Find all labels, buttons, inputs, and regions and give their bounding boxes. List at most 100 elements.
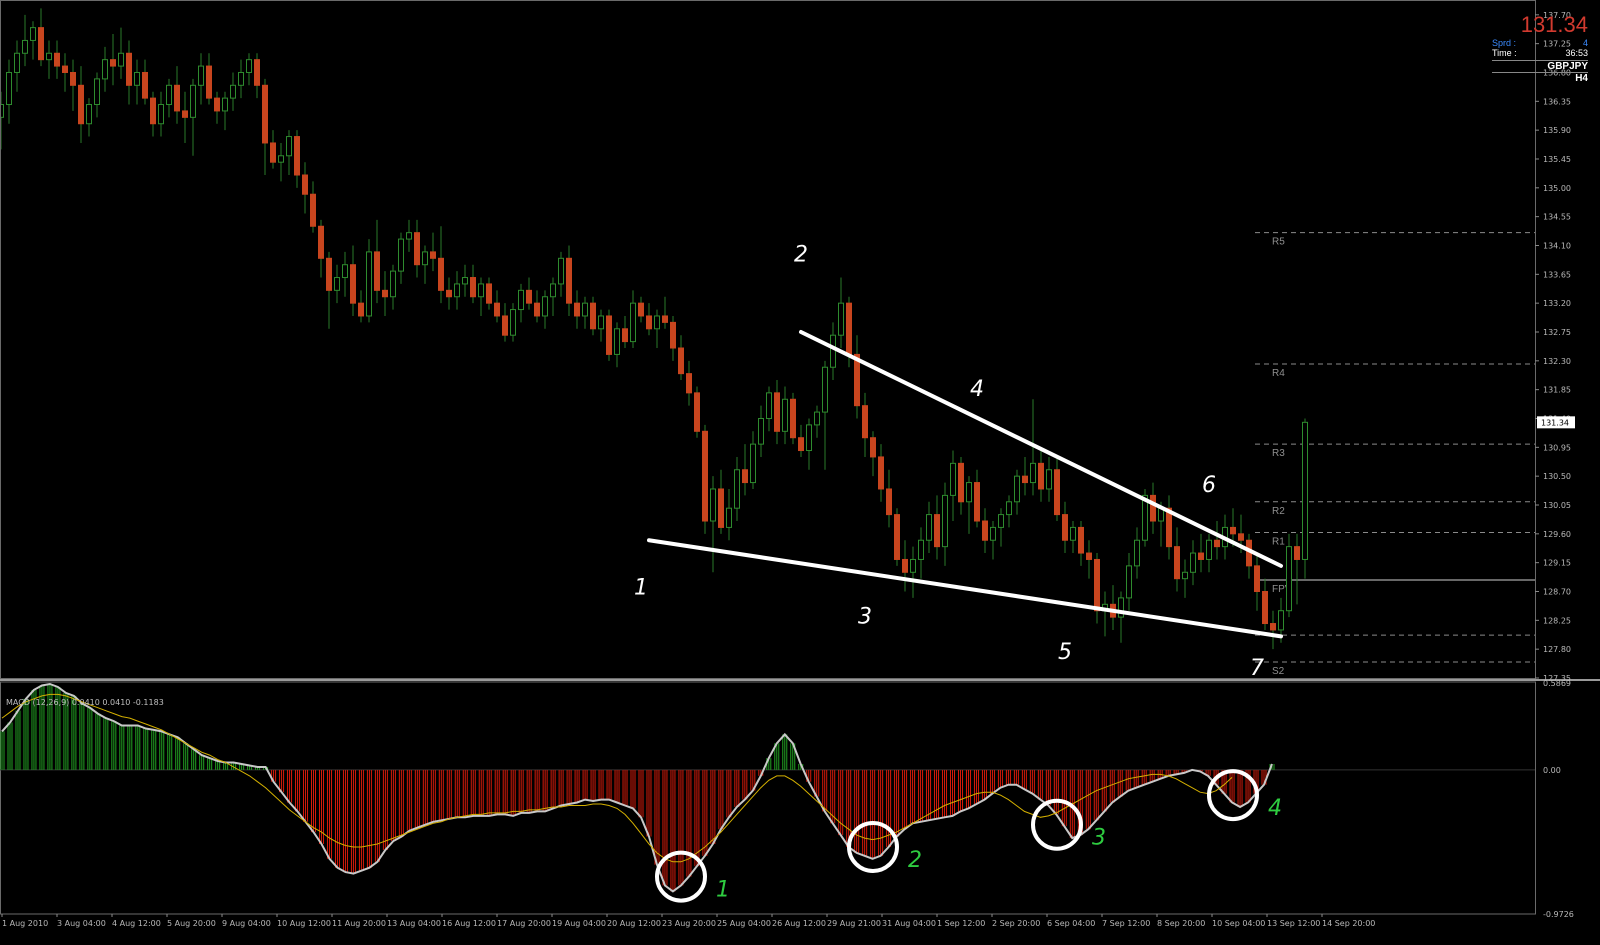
divergence-label: 2 (908, 848, 922, 873)
candle-body (1030, 462, 1036, 484)
chart-canvas[interactable]: R5R4R3R2R1FPVS2 1234567 137.70137.25136.… (0, 0, 1600, 945)
candle-body (86, 104, 92, 125)
candle-body (142, 71, 148, 99)
candle-body (286, 136, 292, 157)
candle-body (206, 65, 212, 99)
time-tick-label: 6 Sep 04:00 (1047, 919, 1095, 928)
price-tick-label: 133.65 (1543, 270, 1571, 279)
candle-body (726, 507, 732, 528)
candle-body (166, 84, 172, 106)
candle-body (630, 302, 636, 343)
time-tick-label: 29 Aug 21:00 (827, 919, 881, 928)
pivot-label: R2 (1272, 506, 1285, 517)
time-tick-label: 4 Aug 12:00 (112, 919, 161, 928)
time-tick-label: 13 Aug 04:00 (387, 919, 441, 928)
macd-indicator: 0.5869 0.00 -0.9726 1 2 3 4 (0, 679, 1574, 919)
wave-annotations: 1 2 3 4 5 6 7 (634, 243, 1264, 681)
price-tick-label: 135.90 (1543, 126, 1571, 135)
candle-body (662, 315, 668, 323)
candle-body (1270, 623, 1276, 631)
macd-caption: MACD (12,26,9) 0.0410 0.0410 -0.1183 (6, 698, 164, 707)
candle-body (438, 257, 444, 291)
candle-body (798, 437, 804, 452)
candle-body (998, 514, 1004, 528)
candle-body (1022, 475, 1028, 484)
time-tick-label: 26 Aug 12:00 (772, 919, 826, 928)
candle-body (814, 411, 820, 426)
divergence-label: 1 (716, 878, 730, 903)
candle-body (702, 430, 708, 522)
divergence-circle (1031, 798, 1083, 851)
candle-body (582, 302, 588, 317)
candle-body (134, 71, 140, 86)
candle-body (318, 225, 324, 259)
symbol-info-panel: 131.34 Sprd : 4 Time : 36:53 GBPJPY H4 (1492, 12, 1588, 84)
candle-body (806, 424, 812, 452)
time-line: Time : 36:53 (1492, 48, 1588, 58)
price-tick-label: 130.95 (1543, 443, 1571, 452)
candle-body (966, 482, 972, 503)
candle-body (1254, 565, 1260, 592)
time-tick-label: 8 Sep 20:00 (1157, 919, 1205, 928)
candle-body (374, 251, 380, 291)
candle-body (566, 257, 572, 304)
wave-label: 1 (634, 576, 648, 601)
price-tick-label: 132.30 (1543, 357, 1571, 366)
candle-body (1086, 552, 1092, 560)
candle-body (534, 302, 540, 317)
price-tick-label: 130.50 (1543, 472, 1571, 481)
candle-body (782, 398, 788, 432)
candle-body (118, 52, 124, 67)
candle-body (334, 277, 340, 291)
candle-body (190, 84, 196, 118)
candle-body (1262, 590, 1268, 625)
candle-body (1070, 526, 1076, 541)
candle-body (526, 289, 532, 304)
candle-body (262, 84, 268, 144)
time-tick-label: 1 Aug 2010 (2, 919, 48, 928)
candle-body (350, 264, 356, 304)
candle-body (598, 315, 604, 330)
price-tick-label: 134.10 (1543, 241, 1571, 250)
candle-body (1214, 539, 1220, 548)
candle-body (958, 462, 964, 503)
candle-body (1182, 571, 1188, 580)
candle-body (558, 257, 564, 285)
candle-body (878, 456, 884, 490)
candle-body (70, 71, 76, 86)
price-tick-label: 128.25 (1543, 616, 1571, 625)
candle-body (750, 443, 756, 484)
time-tick-label: 25 Aug 04:00 (717, 919, 771, 928)
candle-body (934, 514, 940, 548)
spread-value: 4 (1582, 38, 1588, 48)
candle-body (14, 52, 20, 73)
candle-body (102, 59, 108, 80)
candle-body (294, 136, 300, 176)
candle-body (1302, 421, 1308, 560)
candle-body (1294, 546, 1300, 560)
spread-label: Sprd : (1492, 38, 1517, 48)
candle-body (1198, 552, 1204, 560)
price-tick-label: 130.05 (1543, 501, 1571, 510)
candle-body (982, 520, 988, 541)
candle-body (838, 302, 844, 336)
macd-line (1, 682, 1273, 893)
current-price: 131.34 (1520, 12, 1588, 37)
candle-body (486, 283, 492, 304)
candle-body (1046, 469, 1052, 490)
candle-body (78, 84, 84, 125)
candle-body (462, 277, 468, 285)
candle-body (1206, 539, 1212, 560)
price-tick-label: 132.75 (1543, 328, 1571, 337)
candle-body (470, 277, 476, 298)
candle-body (758, 417, 764, 445)
candle-body (158, 104, 164, 125)
time-tick-label: 17 Aug 20:00 (497, 919, 551, 928)
candle-body (870, 437, 876, 458)
candle-body (182, 110, 188, 118)
candle-body (694, 392, 700, 432)
price-tick-label: 133.20 (1543, 299, 1571, 308)
pivot-label: S2 (1272, 666, 1285, 677)
wave-label: 4 (970, 377, 984, 402)
candle-body (366, 251, 372, 317)
